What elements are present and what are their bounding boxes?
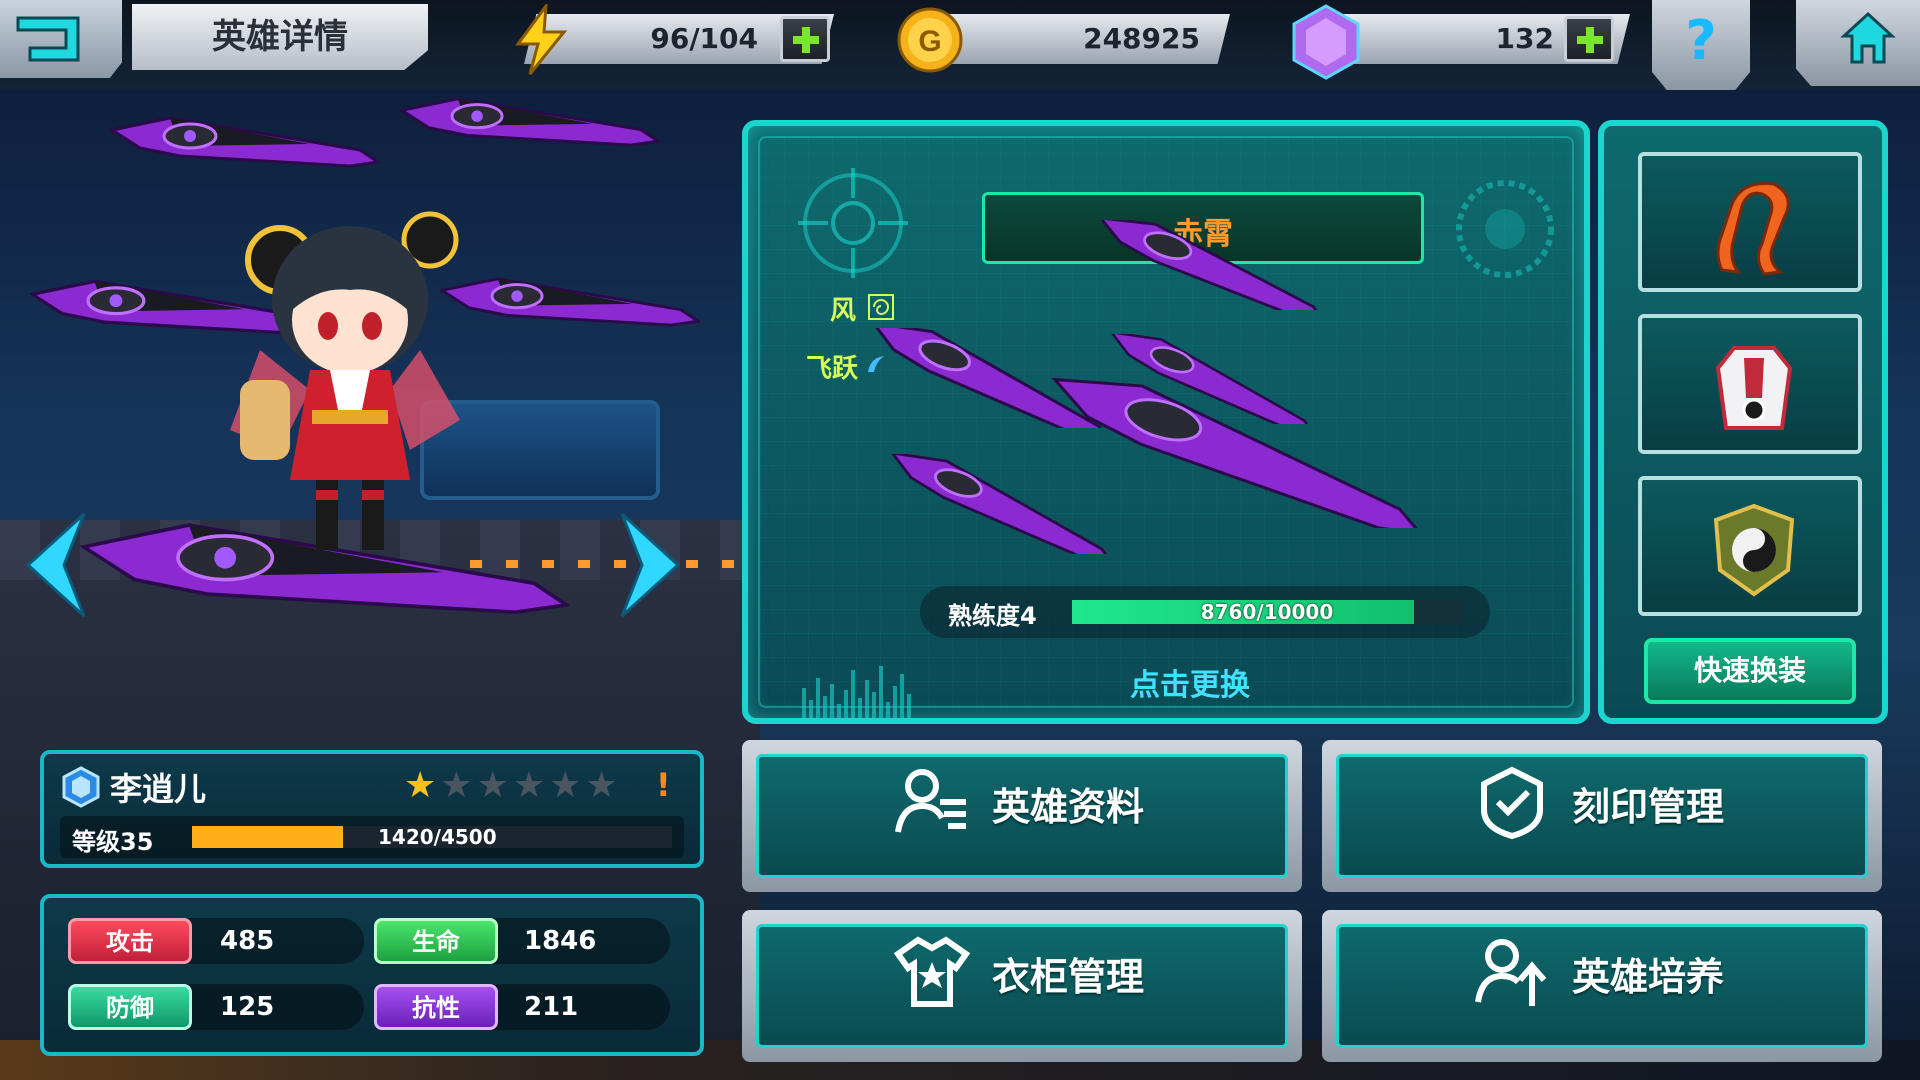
- engrave-label: 刻印管理: [1572, 785, 1725, 829]
- wardrobe-button[interactable]: 衣柜管理: [742, 910, 1302, 1062]
- top-bar: 英雄详情 96/104 248925 G 132 ?: [0, 0, 1920, 90]
- home-button[interactable]: [1796, 0, 1920, 86]
- gem-value: 132: [1495, 22, 1554, 55]
- hp-label: 生命: [374, 918, 498, 964]
- armor-icon: [1715, 346, 1793, 430]
- hp-stat: 生命 1846: [374, 918, 670, 964]
- level-row: 等级35 1420/4500: [60, 816, 684, 858]
- flying-sword-icon: [400, 97, 660, 147]
- next-hero-arrow-icon[interactable]: [616, 510, 686, 620]
- home-icon: [1840, 11, 1896, 64]
- level-label: 等级35: [72, 828, 154, 856]
- engrave-icon: [1481, 766, 1543, 840]
- hp-value: 1846: [524, 926, 597, 956]
- stats-panel: 攻击 485 生命 1846 防御 125 抗性 211: [40, 894, 704, 1056]
- resist-stat: 抗性 211: [374, 984, 670, 1030]
- radar-ring-icon: [1456, 180, 1554, 278]
- target-reticle-icon: [798, 168, 908, 278]
- proficiency-bar: 8760/10000: [1072, 600, 1462, 624]
- flying-sword-icon: [1097, 220, 1330, 310]
- accessory-slot[interactable]: [1638, 152, 1862, 292]
- proficiency-value: 8760/10000: [1200, 600, 1334, 624]
- shirt-icon: [893, 936, 971, 1007]
- back-button[interactable]: [0, 0, 122, 78]
- scarf-icon: [1716, 181, 1790, 276]
- add-energy-button[interactable]: [780, 16, 830, 62]
- star-empty-icon: ★: [440, 765, 473, 806]
- weapon-panel-frame: 赤霄 风 飞跃 熟练度4 8760/10000 点击更换: [758, 136, 1574, 718]
- star-filled-icon: ★: [404, 765, 437, 806]
- quick-equip-button[interactable]: 快速换装: [1644, 638, 1856, 704]
- emblem-slot[interactable]: [1638, 476, 1862, 616]
- help-button[interactable]: ?: [1652, 0, 1750, 90]
- wardrobe-label: 衣柜管理: [992, 955, 1145, 999]
- star-empty-icon: ★: [585, 765, 618, 806]
- star-empty-icon: ★: [549, 765, 582, 806]
- hero-display: [0, 90, 740, 730]
- page-title: 英雄详情: [132, 4, 428, 70]
- hero-class-badge-icon: [62, 766, 100, 808]
- defense-value: 125: [220, 992, 275, 1022]
- attack-label: 攻击: [68, 918, 192, 964]
- svg-text:G: G: [918, 25, 941, 58]
- energy-value: 96/104: [650, 22, 758, 55]
- gold-value: 248925: [1083, 22, 1200, 55]
- equalizer-decoration: [802, 658, 911, 718]
- change-weapon-button[interactable]: 点击更换: [1130, 660, 1250, 704]
- proficiency-row: 熟练度4 8760/10000: [920, 586, 1490, 638]
- exp-value: 1420/4500: [378, 825, 497, 849]
- resist-label: 抗性: [374, 984, 498, 1030]
- defense-label: 防御: [68, 984, 192, 1030]
- weapon-panel[interactable]: 赤霄 风 飞跃 熟练度4 8760/10000 点击更换: [742, 120, 1590, 724]
- defense-stat: 防御 125: [68, 984, 364, 1030]
- level-up-icon: [1475, 939, 1547, 1006]
- hero-info-panel: 李逍儿 ★ ★ ★ ★ ★ ★ ! 等级35 1420/4500: [40, 750, 704, 868]
- yinyang-emblem-icon: [1713, 503, 1795, 597]
- help-icon: ?: [1685, 9, 1717, 72]
- element-label: 风: [830, 296, 857, 326]
- exp-bar: 1420/4500: [192, 826, 672, 848]
- attack-value: 485: [220, 926, 275, 956]
- gold-bar: 248925: [920, 14, 1230, 64]
- train-button[interactable]: 英雄培养: [1322, 910, 1882, 1062]
- resist-value: 211: [524, 992, 579, 1022]
- hero-info-button[interactable]: 英雄资料: [742, 740, 1302, 892]
- proficiency-label: 熟练度4: [948, 602, 1037, 630]
- hero-name: 李逍儿: [110, 770, 207, 808]
- wind-element-icon: [868, 294, 894, 320]
- star-empty-icon: ★: [512, 765, 546, 806]
- flying-sword-icon: [110, 116, 380, 168]
- star-rating: ★ ★ ★ ★ ★ ★: [404, 766, 618, 806]
- armor-slot[interactable]: [1638, 314, 1862, 454]
- flying-sword-icon: [889, 454, 1118, 554]
- gem-icon: [1292, 4, 1360, 80]
- skill-label: 飞跃: [806, 354, 859, 384]
- engrave-button[interactable]: 刻印管理: [1322, 740, 1882, 892]
- profile-icon: [895, 769, 966, 833]
- previous-hero-arrow-icon[interactable]: [20, 510, 90, 620]
- star-empty-icon: ★: [476, 765, 509, 806]
- gold-coin-icon: G: [897, 7, 963, 73]
- add-gem-button[interactable]: [1564, 16, 1614, 62]
- equipment-slots-panel: 快速换装: [1598, 120, 1888, 724]
- attack-stat: 攻击 485: [68, 918, 364, 964]
- hero-info-label: 英雄资料: [992, 785, 1145, 829]
- hero-character: [230, 211, 460, 550]
- train-label: 英雄培养: [1572, 955, 1725, 999]
- exp-bar-fill: [192, 826, 344, 848]
- alert-icon[interactable]: !: [656, 766, 671, 804]
- back-arrow-icon: [16, 16, 80, 62]
- lightning-icon: [515, 4, 568, 75]
